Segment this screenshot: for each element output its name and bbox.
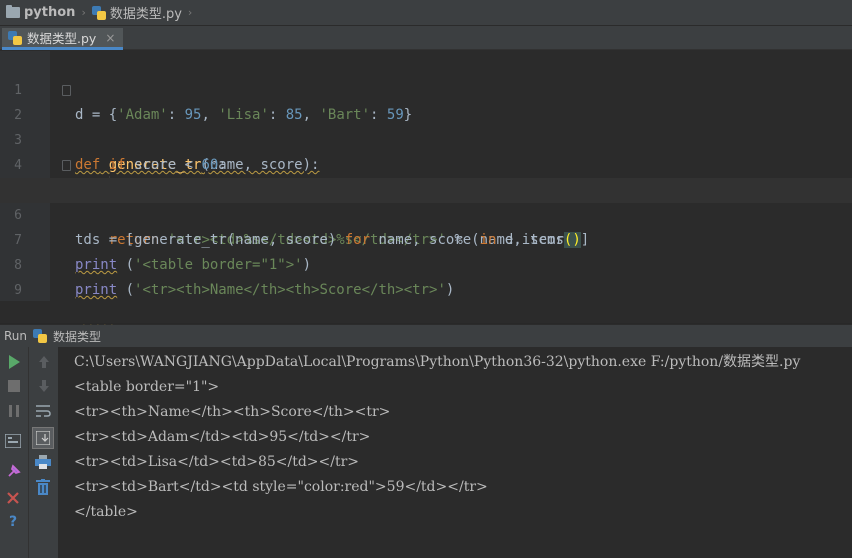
- code-editor[interactable]: 1 d = {'Adam': 95, 'Lisa': 85, 'Bart': 5…: [0, 51, 852, 348]
- close-icon[interactable]: [4, 489, 22, 507]
- editor-divider[interactable]: [0, 301, 852, 324]
- run-toolwindow-header: Run 数据类型: [0, 325, 852, 347]
- folder-icon: [6, 5, 20, 18]
- breadcrumb: python › 数据类型.py ›: [0, 0, 852, 26]
- tab-data-types[interactable]: 数据类型.py ×: [2, 28, 124, 50]
- console-line: <tr><td>Adam</td><td>95</td></tr>: [74, 429, 371, 445]
- fold-icon[interactable]: [62, 160, 71, 171]
- scroll-to-end-icon[interactable]: [32, 427, 54, 449]
- console-line: <tr><th>Name</th><th>Score</th><tr>: [74, 404, 391, 420]
- chevron-right-icon: ›: [81, 6, 86, 19]
- code-line[interactable]: 7 print ('<table border="1">'): [0, 203, 852, 273]
- code-line[interactable]: 4 return '<tr><td>%s</td><td style="colo…: [0, 128, 852, 198]
- code-line[interactable]: 1 d = {'Adam': 95, 'Lisa': 85, 'Bart': 5…: [0, 53, 852, 123]
- code-line[interactable]: 3 if score < 60:: [0, 103, 852, 173]
- print-icon[interactable]: [34, 453, 52, 471]
- code-line[interactable]: 2 def generate_tr(name, score):: [0, 78, 852, 173]
- pin-icon[interactable]: [4, 463, 22, 481]
- chevron-right-icon: ›: [187, 6, 193, 19]
- close-icon[interactable]: ×: [105, 31, 115, 45]
- console-line: <tr><td>Bart</td><td style="color:red">5…: [74, 479, 488, 495]
- project-name: python: [24, 5, 76, 20]
- file-name: 数据类型.py: [109, 7, 182, 22]
- stop-icon[interactable]: [5, 377, 23, 395]
- arrow-down-icon[interactable]: [35, 377, 53, 395]
- python-file-icon: [8, 30, 22, 45]
- fold-icon[interactable]: [62, 85, 71, 96]
- code-line[interactable]: 9 print ('\n'.join(tds)): [0, 253, 852, 323]
- run-label: Run: [4, 329, 28, 343]
- trash-icon[interactable]: [34, 478, 52, 496]
- pause-icon[interactable]: [5, 402, 23, 420]
- help-icon[interactable]: ?: [4, 513, 22, 531]
- soft-wrap-icon[interactable]: [34, 402, 52, 420]
- run-console[interactable]: C:\Users\WANGJIANG\AppData\Local\Program…: [58, 347, 852, 558]
- run-config-name[interactable]: 数据类型: [53, 328, 101, 345]
- console-line: C:\Users\WANGJIANG\AppData\Local\Program…: [74, 354, 801, 370]
- editor-tab-bar: 数据类型.py ×: [0, 26, 852, 50]
- code-line-current[interactable]: 6 tds = [generate_tr(name, score) for na…: [0, 178, 852, 248]
- console-line: <tr><td>Lisa</td><td>85</td></tr>: [74, 454, 360, 470]
- rerun-icon[interactable]: [5, 353, 23, 371]
- run-toolbar-primary: ?: [0, 347, 28, 558]
- breadcrumb-project[interactable]: python: [6, 5, 75, 20]
- console-line: </table>: [74, 504, 138, 520]
- tab-label: 数据类型.py: [27, 31, 97, 46]
- breadcrumb-file[interactable]: 数据类型.py: [91, 3, 182, 22]
- code-line[interactable]: 10 print ('</table>'): [0, 278, 852, 348]
- arrow-up-icon[interactable]: [35, 353, 53, 371]
- run-toolbar-secondary: [28, 347, 58, 558]
- console-line: <table border="1">: [74, 379, 220, 395]
- code-line[interactable]: 5 return '<tr><td>%s</td><td>%s</td></tr…: [0, 153, 852, 248]
- dump-threads-icon[interactable]: [4, 432, 22, 450]
- python-file-icon: [33, 329, 48, 343]
- code-line[interactable]: 8 print ('<tr><th>Name</th><th>Score</th…: [0, 228, 852, 298]
- python-file-icon: [91, 5, 106, 20]
